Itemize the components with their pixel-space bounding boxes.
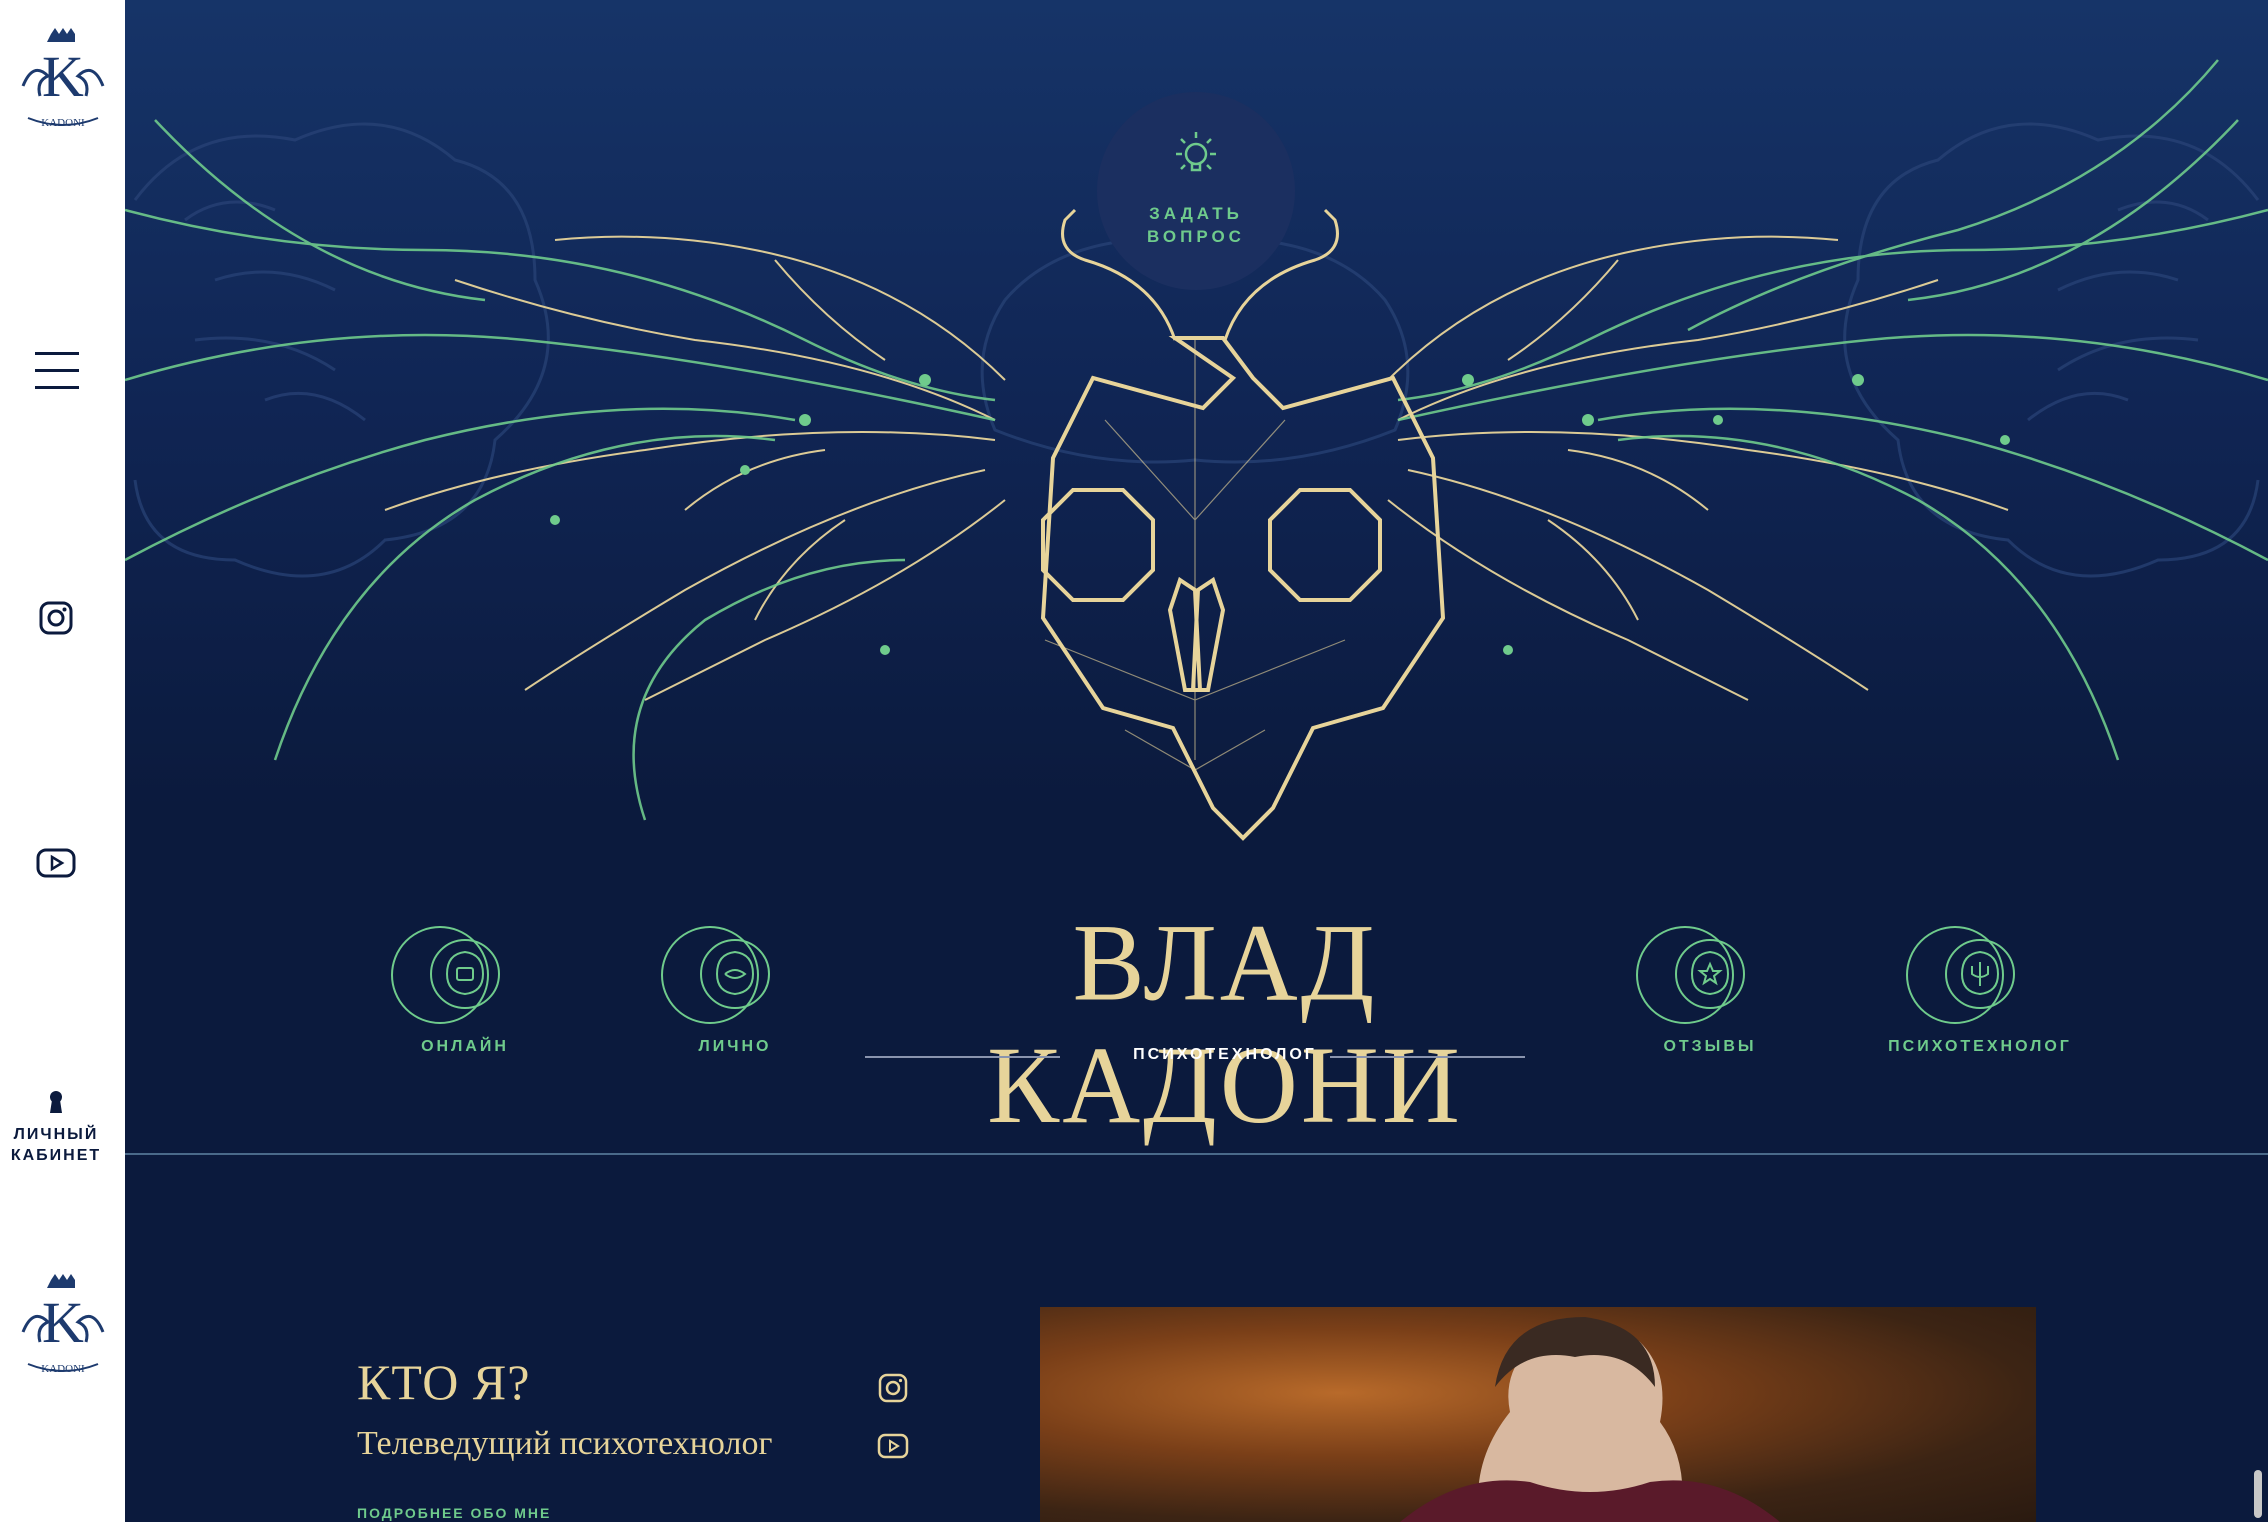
about-more-link[interactable]: ПОДРОБНЕЕ ОБО МНЕ: [357, 1505, 551, 1521]
brain-star-icon: [1675, 939, 1745, 1009]
burger-line: [35, 369, 79, 372]
sidebar: K KADONI ЛИЧНЫЙ КАБИНЕТ K KADONI: [0, 0, 125, 1522]
portrait-photo: [1040, 1307, 2036, 1522]
page-title: ВЛАД КАДОНИ: [987, 902, 1463, 1147]
portrait-figure: [1400, 1317, 1780, 1522]
svg-text:KADONI: KADONI: [41, 1363, 85, 1375]
ask-question-label: ЗАДАТЬ ВОПРОС: [1147, 204, 1245, 246]
instagram-icon[interactable]: [38, 600, 74, 636]
brain-trident-icon: [1945, 939, 2015, 1009]
nav-online[interactable]: ОНЛАЙН: [365, 918, 565, 1056]
hero-section: ЗАДАТЬ ВОПРОС ОНЛАЙН ЛИЧНО ВЛАД КАДОНИ П…: [125, 0, 2268, 1153]
about-section: КТО Я? Телеведущий психотехнолог ПОДРОБН…: [125, 1155, 2268, 1522]
personal-cabinet-link[interactable]: ЛИЧНЫЙ КАБИНЕТ: [0, 1090, 112, 1166]
burger-line: [35, 386, 79, 389]
nav-reviews[interactable]: ОТЗЫВЫ: [1610, 918, 1810, 1056]
about-subtitle: Телеведущий психотехнолог: [357, 1425, 773, 1462]
nav-psychotechnologist-label: ПСИХОТЕХНОЛОГ: [1888, 1038, 2072, 1055]
nav-personal-label: ЛИЧНО: [698, 1038, 772, 1055]
lightbulb-icon: [1176, 132, 1216, 172]
brain-play-icon: [430, 939, 500, 1009]
kadoni-logo[interactable]: K KADONI: [13, 26, 113, 138]
subtitle-line-right: [1330, 1056, 1525, 1058]
scrollbar-thumb[interactable]: [2254, 1470, 2262, 1518]
instagram-icon[interactable]: [877, 1372, 909, 1404]
kadoni-logo-bottom[interactable]: K KADONI: [13, 1272, 113, 1384]
about-title: КТО Я?: [357, 1354, 531, 1410]
nav-psychotechnologist[interactable]: ПСИХОТЕХНОЛОГ: [1880, 918, 2080, 1056]
cabinet-label: ЛИЧНЫЙ КАБИНЕТ: [10, 1126, 102, 1164]
nav-personal[interactable]: ЛИЧНО: [635, 918, 835, 1056]
youtube-icon[interactable]: [36, 845, 76, 881]
nav-online-label: ОНЛАЙН: [421, 1038, 509, 1055]
nav-reviews-label: ОТЗЫВЫ: [1663, 1038, 1757, 1055]
svg-text:KADONI: KADONI: [41, 117, 85, 129]
keyhole-icon: [50, 1091, 62, 1113]
menu-burger-button[interactable]: [35, 352, 79, 390]
youtube-icon[interactable]: [877, 1430, 909, 1462]
brain-eye-icon: [700, 939, 770, 1009]
burger-line: [35, 352, 79, 355]
page-subtitle: ПСИХОТЕХНОЛОГ: [1133, 1046, 1317, 1063]
ask-question-button[interactable]: ЗАДАТЬ ВОПРОС: [1097, 92, 1295, 290]
